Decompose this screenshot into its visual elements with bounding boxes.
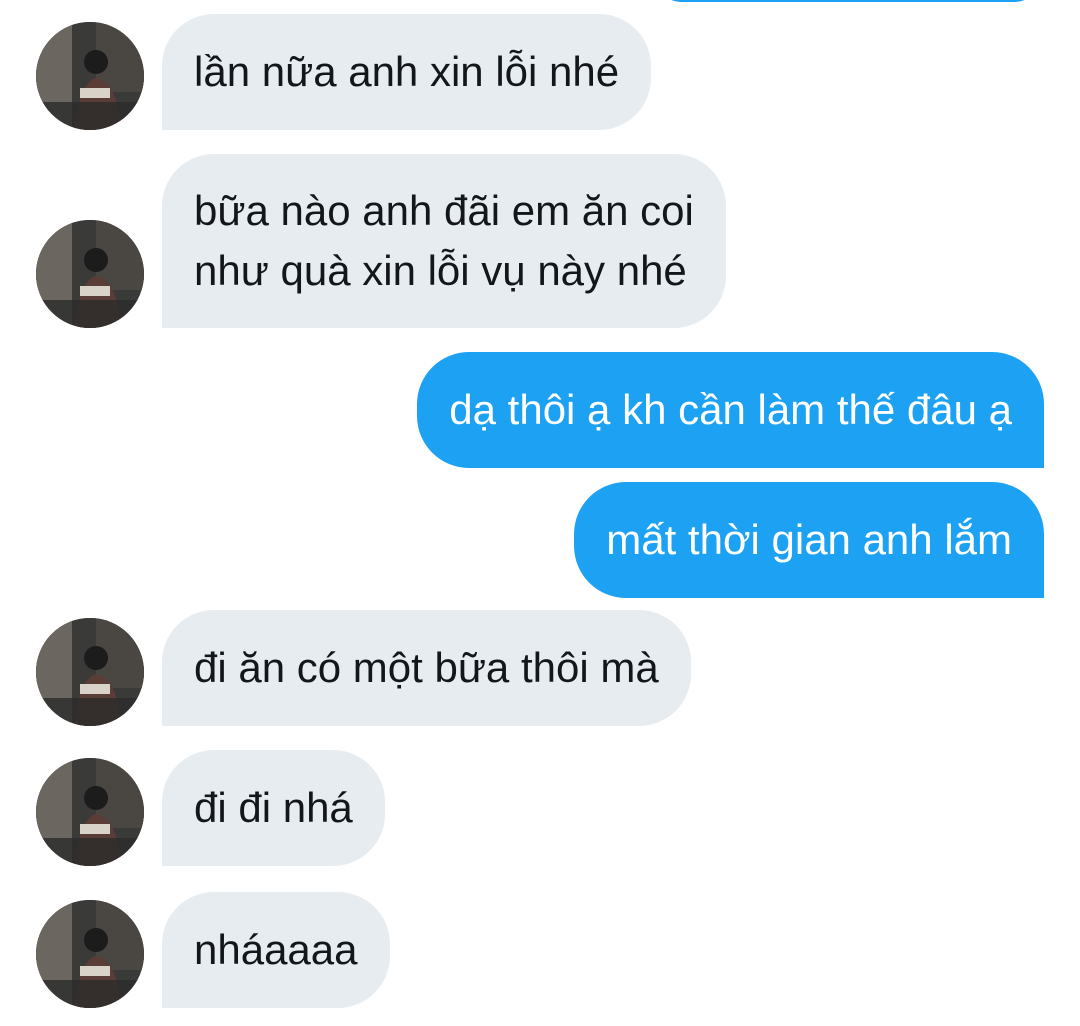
- incoming-message-bubble[interactable]: nháaaaa: [162, 892, 390, 1008]
- incoming-message-bubble[interactable]: đi ăn có một bữa thôi mà: [162, 610, 691, 726]
- incoming-message-bubble[interactable]: lần nữa anh xin lỗi nhé: [162, 14, 652, 130]
- outgoing-message-bubble[interactable]: dạ thôi ạ kh cần làm thế đâu ạ: [417, 352, 1044, 468]
- outgoing-message-bubble[interactable]: mất thời gian anh lắm: [574, 482, 1044, 598]
- message-text: mất thời gian anh lắm: [606, 516, 1012, 563]
- message-text: nháaaaa: [194, 926, 358, 973]
- message-text: lần nữa anh xin lỗi nhé: [194, 48, 620, 95]
- avatar-image: [36, 758, 144, 866]
- message-text: dạ thôi ạ kh cần làm thế đâu ạ: [449, 386, 1012, 433]
- contact-avatar[interactable]: [36, 618, 144, 726]
- contact-avatar[interactable]: [36, 758, 144, 866]
- contact-avatar[interactable]: [36, 22, 144, 130]
- message-text: đi ăn có một bữa thôi mà: [194, 644, 659, 691]
- avatar-image: [36, 22, 144, 130]
- contact-avatar[interactable]: [36, 220, 144, 328]
- message-thread: lần nữa anh xin lỗi nhé bữa nào anh đãi …: [0, 0, 1080, 1026]
- message-text: đi đi nhá: [194, 784, 353, 831]
- avatar-image: [36, 618, 144, 726]
- avatar-image: [36, 220, 144, 328]
- incoming-message-bubble[interactable]: đi đi nhá: [162, 750, 385, 866]
- message-text-line: như quà xin lỗi vụ này nhé: [194, 247, 687, 294]
- incoming-message-bubble[interactable]: bữa nào anh đãi em ăn coi như quà xin lỗ…: [162, 154, 726, 328]
- contact-avatar[interactable]: [36, 900, 144, 1008]
- avatar-image: [36, 900, 144, 1008]
- message-text-line: bữa nào anh đãi em ăn coi: [194, 187, 694, 234]
- previous-outgoing-message-bubble[interactable]: [652, 0, 1044, 2]
